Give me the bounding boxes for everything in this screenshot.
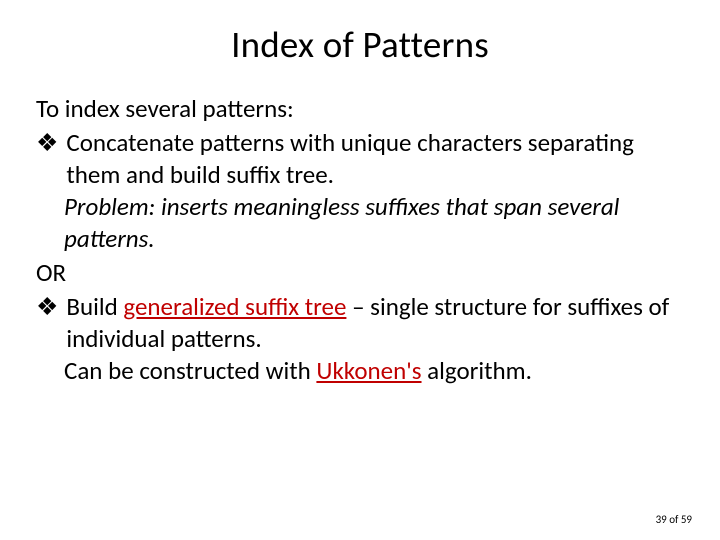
diamond-bullet-icon: ❖ [36,291,58,355]
bullet-2-text: Build generalized suffix tree – single s… [66,291,684,355]
problem-label: Problem: [64,191,155,222]
bullet-2-line2: Can be constructed with Ukkonen's algori… [36,355,684,387]
slide-title: Index of Patterns [36,22,684,67]
generalized-suffix-tree-term: generalized suffix tree [123,291,346,322]
bullet-1-problem: Problem: inserts meaningless suffixes th… [36,191,684,255]
bullet-line: ❖ Build generalized suffix tree – single… [36,291,684,355]
ukkonen-term: Ukkonen's [316,355,421,386]
bullet-1-text: Concatenate patterns with unique charact… [66,127,684,191]
diamond-bullet-icon: ❖ [36,127,58,191]
page-number: 39 of 59 [656,513,692,526]
intro-line: To index several patterns: [36,93,684,125]
bullet-line: ❖ Concatenate patterns with unique chara… [36,127,684,191]
line2-pre: Can be constructed with [64,355,316,386]
line2-post: algorithm. [422,355,532,386]
or-separator: OR [36,257,684,289]
bullet-item-2: ❖ Build generalized suffix tree – single… [36,291,684,387]
bullet-2-pre: Build [66,291,123,322]
bullet-item-1: ❖ Concatenate patterns with unique chara… [36,127,684,255]
slide-body: To index several patterns: ❖ Concatenate… [36,93,684,387]
slide: Index of Patterns To index several patte… [0,0,720,540]
